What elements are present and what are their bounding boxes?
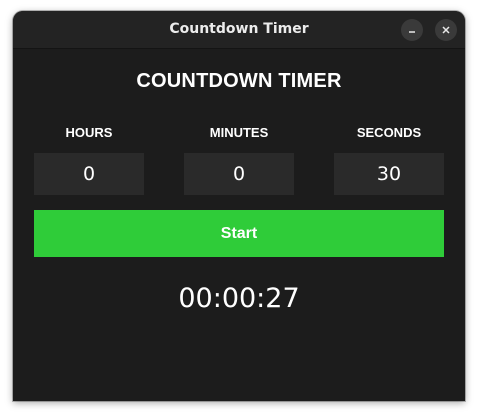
hours-label: HOURS (65, 125, 113, 140)
page-title: COUNTDOWN TIMER (136, 70, 342, 92)
minimize-icon (409, 31, 415, 33)
hours-input[interactable]: 0 (34, 153, 144, 195)
minutes-input[interactable]: 0 (184, 153, 294, 195)
seconds-input[interactable]: 30 (334, 153, 444, 195)
title-bar[interactable]: Countdown Timer (13, 11, 465, 49)
close-button[interactable] (435, 19, 457, 41)
minutes-label: MINUTES (209, 125, 269, 140)
seconds-label: SECONDS (356, 125, 422, 140)
app-window: Countdown Timer COUNTDOWN TIMER HOURS MI… (13, 11, 465, 401)
start-button[interactable]: Start (34, 210, 444, 257)
minimize-button[interactable] (401, 19, 423, 41)
window-title: Countdown Timer (169, 21, 309, 37)
timer-panel: COUNTDOWN TIMER HOURS MINUTES SECONDS 0 … (13, 49, 465, 401)
countdown-display: 00:00:27 (178, 283, 300, 314)
close-icon (442, 26, 450, 34)
